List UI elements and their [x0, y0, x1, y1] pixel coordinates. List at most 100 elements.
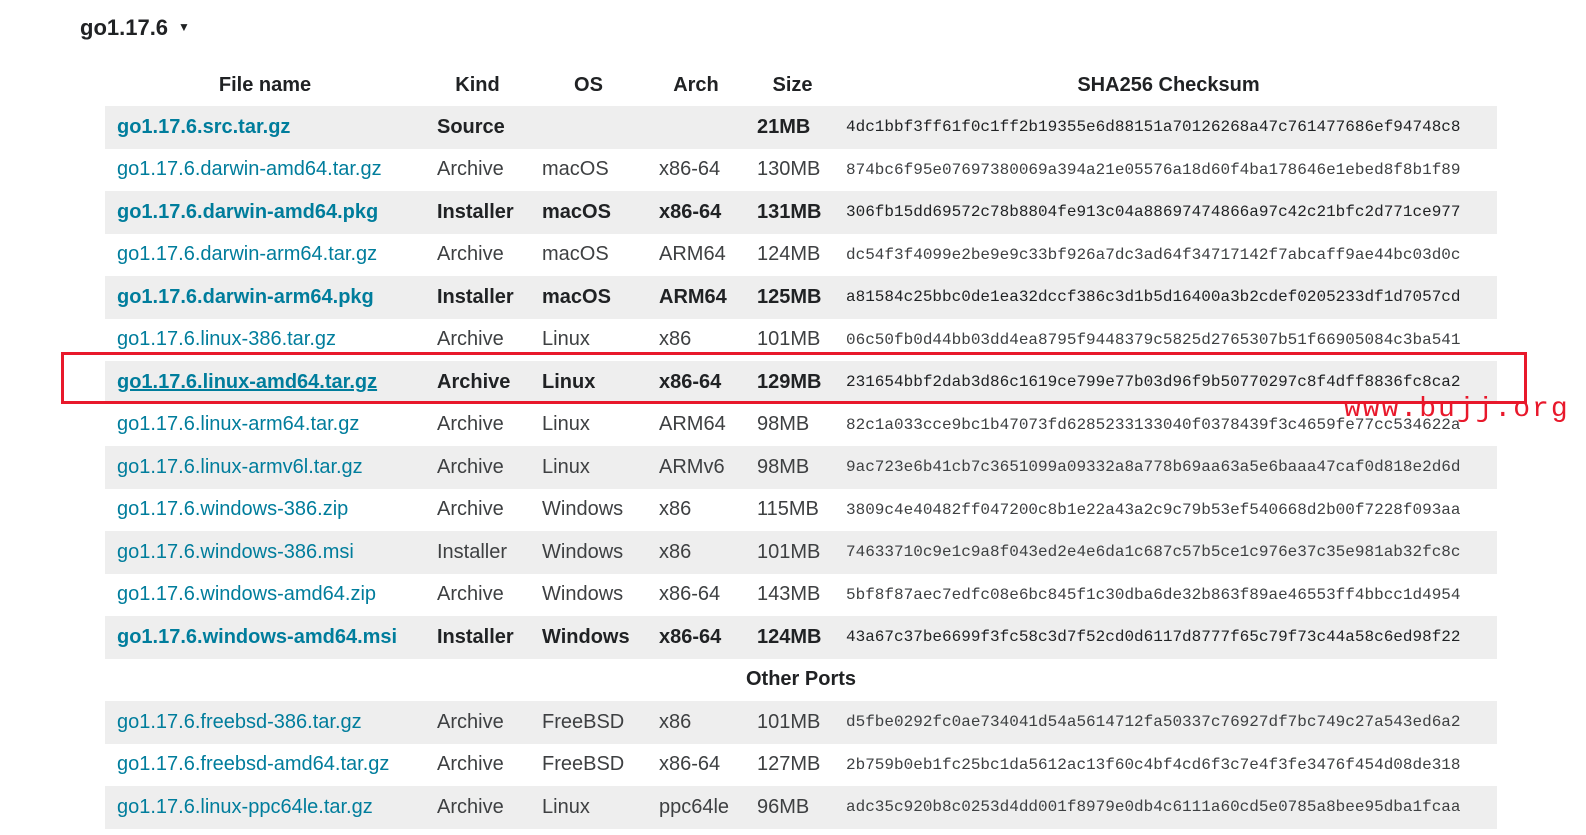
download-link[interactable]: go1.17.6.freebsd-386.tar.gz — [117, 711, 362, 733]
download-link[interactable]: go1.17.6.linux-armv6l.tar.gz — [117, 456, 363, 478]
kind-cell: Installer — [425, 191, 530, 234]
table-row: go1.17.6.darwin-amd64.tar.gz Archive macOS… — [105, 148, 1497, 191]
sha256-cell: 06c50fb0d44bb03dd4ea8795f9448379c5825d27… — [840, 318, 1497, 361]
size-cell: 125MB — [745, 276, 840, 319]
size-cell: 115MB — [745, 488, 840, 531]
kind-cell: Archive — [425, 573, 530, 616]
size-cell: 98MB — [745, 403, 840, 446]
kind-cell: Archive — [425, 701, 530, 744]
download-link[interactable]: go1.17.6.darwin-arm64.tar.gz — [117, 243, 377, 265]
kind-cell: Archive — [425, 488, 530, 531]
sha256-cell: adc35c920b8c0253d4dd001f8979e0db4c6111a6… — [840, 786, 1497, 829]
arch-cell: x86-64 — [647, 191, 745, 234]
file-name-cell: go1.17.6.freebsd-amd64.tar.gz — [105, 743, 425, 786]
download-link[interactable]: go1.17.6.windows-amd64.msi — [117, 626, 397, 648]
sha256-cell: 9ac723e6b41cb7c3651099a09332a8a778b69aa6… — [840, 446, 1497, 489]
os-cell: Windows — [530, 488, 647, 531]
kind-cell: Archive — [425, 233, 530, 276]
size-cell: 131MB — [745, 191, 840, 234]
size-cell: 101MB — [745, 701, 840, 744]
download-link[interactable]: go1.17.6.freebsd-amd64.tar.gz — [117, 753, 389, 775]
table-row: go1.17.6.windows-386.zip Archive Windows x8… — [105, 488, 1497, 531]
os-cell: Windows — [530, 531, 647, 574]
arch-cell: ARM64 — [647, 233, 745, 276]
sha256-cell: 4dc1bbf3ff61f0c1ff2b19355e6d88151a701262… — [840, 106, 1497, 149]
download-link[interactable]: go1.17.6.linux-amd64.tar.gz — [117, 371, 377, 393]
file-name-cell: go1.17.6.linux-amd64.tar.gz — [105, 361, 425, 404]
other-ports-row: Other Ports — [105, 658, 1497, 701]
file-name-cell: go1.17.6.darwin-arm64.pkg — [105, 276, 425, 319]
os-cell: Windows — [530, 573, 647, 616]
table-row: go1.17.6.windows-386.msi Installer Windows… — [105, 531, 1497, 574]
kind-cell: Archive — [425, 786, 530, 829]
column-header-arch: Arch — [673, 73, 719, 96]
caret-down-icon: ▼ — [178, 20, 190, 34]
table-row: go1.17.6.linux-ppc64le.tar.gz Archive Linu… — [105, 786, 1497, 829]
kind-cell: Archive — [425, 743, 530, 786]
file-name-cell: go1.17.6.linux-armv6l.tar.gz — [105, 446, 425, 489]
download-link[interactable]: go1.17.6.darwin-amd64.pkg — [117, 201, 378, 223]
download-link[interactable]: go1.17.6.linux-ppc64le.tar.gz — [117, 796, 373, 818]
arch-cell: x86-64 — [647, 148, 745, 191]
sha256-cell: 306fb15dd69572c78b8804fe913c04a886974748… — [840, 191, 1497, 234]
size-cell: 21MB — [745, 106, 840, 149]
arch-cell — [647, 106, 745, 149]
file-name-cell: go1.17.6.windows-386.msi — [105, 531, 425, 574]
arch-cell: x86-64 — [647, 743, 745, 786]
sha256-cell: a81584c25bbc0de1ea32dccf386c3d1b5d16400a… — [840, 276, 1497, 319]
file-name-cell: go1.17.6.linux-386.tar.gz — [105, 318, 425, 361]
size-cell: 101MB — [745, 318, 840, 361]
version-toggle[interactable]: go1.17.6 ▼ — [80, 12, 190, 44]
os-cell: macOS — [530, 148, 647, 191]
table-row: go1.17.6.freebsd-386.tar.gz Archive FreeBS… — [105, 701, 1497, 744]
kind-cell: Installer — [425, 276, 530, 319]
watermark-text: www.bujj.org — [1344, 394, 1570, 425]
size-cell: 130MB — [745, 148, 840, 191]
kind-cell: Archive — [425, 446, 530, 489]
table-row: go1.17.6.freebsd-amd64.tar.gz Archive Free… — [105, 743, 1497, 786]
arch-cell: x86 — [647, 701, 745, 744]
sha256-cell: 874bc6f95e07697380069a394a21e05576a18d60… — [840, 148, 1497, 191]
arch-cell: ARM64 — [647, 276, 745, 319]
kind-cell: Archive — [425, 403, 530, 446]
file-name-cell: go1.17.6.linux-ppc64le.tar.gz — [105, 786, 425, 829]
table-row: go1.17.6.windows-amd64.zip Archive Windows… — [105, 573, 1497, 616]
download-link[interactable]: go1.17.6.linux-arm64.tar.gz — [117, 413, 359, 435]
table-row: go1.17.6.linux-arm64.tar.gz Archive Linux A… — [105, 403, 1497, 446]
table-body: go1.17.6.src.tar.gz Source 21MB 4dc1bbf3ff6… — [105, 106, 1497, 829]
download-link[interactable]: go1.17.6.src.tar.gz — [117, 116, 290, 138]
os-cell: Linux — [530, 318, 647, 361]
kind-cell: Archive — [425, 361, 530, 404]
file-name-cell: go1.17.6.src.tar.gz — [105, 106, 425, 149]
download-link[interactable]: go1.17.6.windows-amd64.zip — [117, 583, 376, 605]
arch-cell: x86-64 — [647, 573, 745, 616]
size-cell: 124MB — [745, 233, 840, 276]
sha256-cell: 43a67c37be6699f3fc58c3d7f52cd0d6117d8777… — [840, 616, 1497, 659]
sha256-cell: dc54f3f4099e2be9e9c33bf926a7dc3ad64f3471… — [840, 233, 1497, 276]
column-header-os: OS — [574, 73, 603, 96]
arch-cell: ARM64 — [647, 403, 745, 446]
file-name-cell: go1.17.6.darwin-amd64.tar.gz — [105, 148, 425, 191]
os-cell — [530, 106, 647, 149]
download-link[interactable]: go1.17.6.linux-386.tar.gz — [117, 328, 336, 350]
download-link[interactable]: go1.17.6.darwin-arm64.pkg — [117, 286, 374, 308]
download-link[interactable]: go1.17.6.windows-386.zip — [117, 498, 348, 520]
os-cell: macOS — [530, 233, 647, 276]
os-cell: macOS — [530, 276, 647, 319]
arch-cell: x86 — [647, 488, 745, 531]
os-cell: Linux — [530, 361, 647, 404]
download-link[interactable]: go1.17.6.windows-386.msi — [117, 541, 354, 563]
arch-cell: x86 — [647, 531, 745, 574]
arch-cell: ARMv6 — [647, 446, 745, 489]
download-link[interactable]: go1.17.6.darwin-amd64.tar.gz — [117, 158, 382, 180]
table-row: go1.17.6.linux-amd64.tar.gz Archive Linux x… — [105, 361, 1497, 404]
arch-cell: ppc64le — [647, 786, 745, 829]
column-header-sha256: SHA256 Checksum — [1077, 73, 1260, 96]
sha256-cell: 74633710c9e1c9a8f043ed2e4e6da1c687c57b5c… — [840, 531, 1497, 574]
file-name-cell: go1.17.6.windows-amd64.msi — [105, 616, 425, 659]
os-cell: Windows — [530, 616, 647, 659]
os-cell: Linux — [530, 786, 647, 829]
table-row: go1.17.6.linux-386.tar.gz Archive Linux x86… — [105, 318, 1497, 361]
column-header-file-name: File name — [218, 73, 312, 96]
table-row: go1.17.6.darwin-amd64.pkg Installer macOS x… — [105, 191, 1497, 234]
